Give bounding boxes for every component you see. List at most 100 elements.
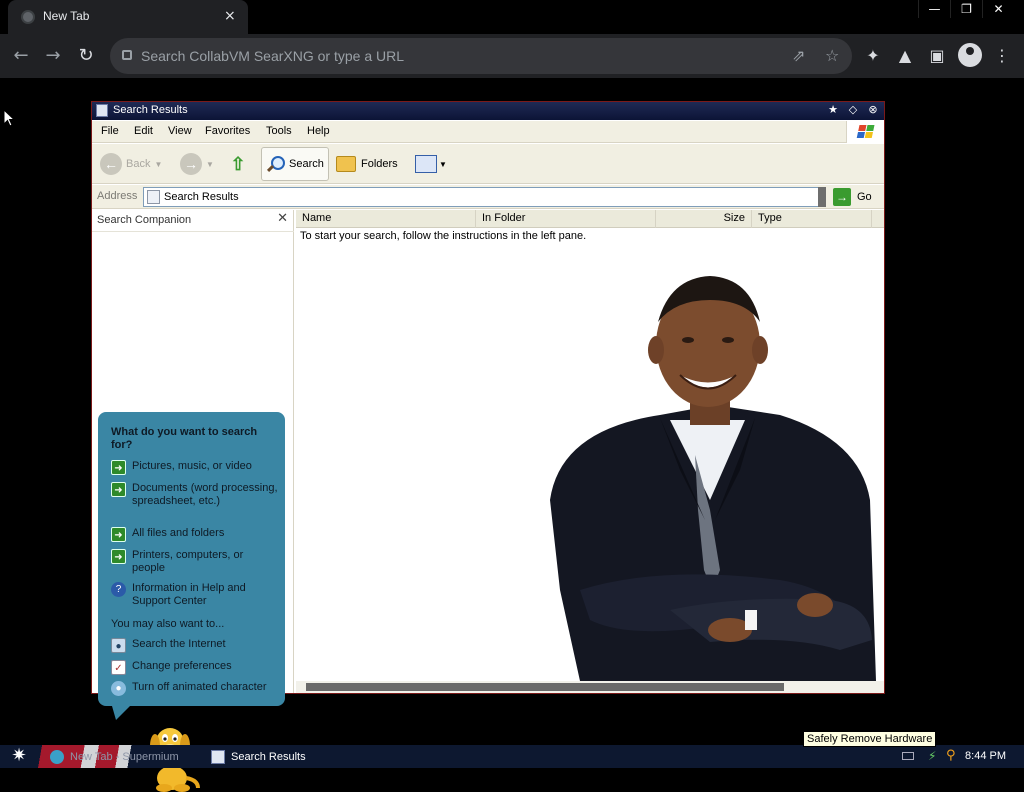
folder-up-icon: ⇧ <box>230 154 246 174</box>
back-arrow-icon[interactable]: ← <box>10 45 32 67</box>
share-icon[interactable]: ⇗ <box>792 46 805 65</box>
search-option-pictures[interactable]: ➜ Pictures, music, or video <box>111 460 279 475</box>
search-option-help[interactable]: ? Information in Help and Support Center <box>111 582 279 608</box>
search-results-icon <box>211 750 225 764</box>
close-tab-icon[interactable]: × <box>224 8 236 24</box>
window-controls: — ❐ ✕ <box>918 0 1014 18</box>
change-preferences-link[interactable]: ✓ Change preferences <box>111 660 279 675</box>
option-label: Information in Help and Support Center <box>132 582 246 607</box>
folders-button[interactable]: Folders <box>336 147 398 181</box>
labs-flask-icon[interactable]: ▲ <box>894 46 916 65</box>
address-dropdown-button[interactable] <box>818 187 826 207</box>
arrow-right-icon: ➜ <box>111 460 126 475</box>
safely-remove-hardware-icon[interactable]: ⚡ <box>928 749 936 763</box>
column-type[interactable]: Type <box>752 210 872 228</box>
menu-favorites[interactable]: Favorites <box>205 125 250 137</box>
search-option-documents[interactable]: ➜ Documents (word processing, spreadshee… <box>111 482 279 508</box>
search-balloon: What do you want to search for? ➜ Pictur… <box>98 412 285 720</box>
start-button[interactable]: ✷ <box>0 745 38 768</box>
side-panel-icon[interactable]: ▣ <box>926 46 948 65</box>
forward-icon: → <box>180 153 202 175</box>
forward-button[interactable]: → ▼ <box>180 147 214 181</box>
menu-tools[interactable]: Tools <box>266 125 292 137</box>
menu-edit[interactable]: Edit <box>134 125 153 137</box>
search-tray-icon[interactable]: ⚲ <box>946 748 956 763</box>
address-value: Search Results <box>164 191 239 203</box>
menu-file[interactable]: File <box>101 125 119 137</box>
also-label: You may also want to... <box>111 618 225 630</box>
forward-arrow-icon[interactable]: → <box>42 45 64 67</box>
search-label: Search <box>289 158 324 170</box>
column-in-folder[interactable]: In Folder <box>476 210 656 228</box>
up-folder-button[interactable]: ⇧ <box>228 147 248 181</box>
minimize-icon[interactable]: ★ <box>826 103 840 116</box>
menu-help[interactable]: Help <box>307 125 330 137</box>
menu-bar: File Edit View Favorites Tools Help <box>92 121 884 143</box>
taskbar-item-browser[interactable]: New Tab - Supermium <box>50 747 179 767</box>
window-title: Search Results <box>113 104 188 116</box>
scrollbar-thumb[interactable] <box>306 683 784 691</box>
turn-off-character-link[interactable]: ● Turn off animated character <box>111 681 279 696</box>
clock[interactable]: 8:44 PM <box>965 750 1006 762</box>
browser-icon <box>50 750 64 764</box>
help-icon: ? <box>111 582 126 597</box>
chevron-down-icon: ▼ <box>154 159 163 169</box>
standard-toolbar: ← Back ▼ → ▼ ⇧ Search Folders ▼ <box>92 144 884 184</box>
character-icon: ● <box>111 681 126 696</box>
tab-title: New Tab <box>43 9 90 23</box>
address-label: Address <box>97 190 138 202</box>
results-hint: To start your search, follow the instruc… <box>300 230 587 242</box>
taskbar-item-label: New Tab - Supermium <box>70 751 179 763</box>
column-size[interactable]: Size <box>656 210 752 228</box>
close-icon[interactable]: ✕ <box>277 211 288 226</box>
back-button[interactable]: ← Back ▼ <box>100 147 162 181</box>
bookmark-star-icon[interactable]: ☆ <box>825 46 839 65</box>
arrow-right-icon: ➜ <box>111 527 126 542</box>
profile-avatar-icon[interactable] <box>958 43 982 67</box>
menu-kebab-icon[interactable]: ⋮ <box>991 46 1013 65</box>
views-button[interactable]: ▼ <box>415 147 447 181</box>
column-name[interactable]: Name <box>296 210 476 228</box>
taskbar-item-label: Search Results <box>231 751 306 763</box>
browser-tab-strip: New Tab × — ❐ ✕ <box>0 0 1024 34</box>
go-button[interactable]: → Go <box>833 188 872 206</box>
arrow-right-icon: ➜ <box>111 482 126 497</box>
back-icon: ← <box>100 153 122 175</box>
keyboard-icon[interactable] <box>902 752 914 760</box>
search-option-all-files[interactable]: ➜ All files and folders <box>111 527 279 542</box>
maximize-icon[interactable]: ◇ <box>846 103 860 116</box>
title-buttons: ★ ◇ ⊗ <box>826 103 880 116</box>
search-option-printers[interactable]: ➜ Printers, computers, or people <box>111 549 279 575</box>
option-label: Printers, computers, or people <box>132 549 244 574</box>
address-bar: Address Search Results → Go <box>92 185 884 209</box>
site-info-icon[interactable] <box>122 50 132 60</box>
extensions-icon[interactable]: ✦ <box>862 46 884 65</box>
system-tray: ⚡ ⚲ 8:44 PM <box>874 745 1024 768</box>
close-window-button[interactable]: ✕ <box>982 0 1014 18</box>
menu-view[interactable]: View <box>168 125 192 137</box>
search-question: What do you want to search for? <box>111 426 258 451</box>
go-label: Go <box>857 191 872 203</box>
taskbar-item-search-results[interactable]: Search Results <box>211 747 306 767</box>
man-in-suit-photo <box>550 276 876 681</box>
window-titlebar[interactable]: Search Results ★ ◇ ⊗ <box>92 102 884 120</box>
search-button[interactable]: Search <box>261 147 329 181</box>
restore-button[interactable]: ❐ <box>950 0 982 18</box>
search-internet-link[interactable]: ● Search the Internet <box>111 638 279 653</box>
browser-tab[interactable]: New Tab × <box>8 0 248 34</box>
close-icon[interactable]: ⊗ <box>866 103 880 116</box>
search-companion-title: Search Companion <box>97 214 192 226</box>
results-column-header: Name In Folder Size Type <box>296 210 884 228</box>
reload-icon[interactable]: ↻ <box>75 45 97 67</box>
horizontal-scrollbar[interactable] <box>296 681 884 693</box>
tray-tooltip: Safely Remove Hardware <box>803 731 937 747</box>
minimize-button[interactable]: — <box>918 0 950 18</box>
search-results-icon <box>147 190 160 204</box>
search-companion-header: Search Companion ✕ <box>92 210 294 232</box>
window-icon <box>96 104 108 117</box>
omnibox-placeholder: Search CollabVM SearXNG or type a URL <box>141 48 404 64</box>
omnibox[interactable]: Search CollabVM SearXNG or type a URL ⇗ … <box>110 38 852 74</box>
views-grid-icon <box>415 155 437 173</box>
preferences-icon: ✓ <box>111 660 126 675</box>
address-field[interactable]: Search Results <box>143 187 819 207</box>
